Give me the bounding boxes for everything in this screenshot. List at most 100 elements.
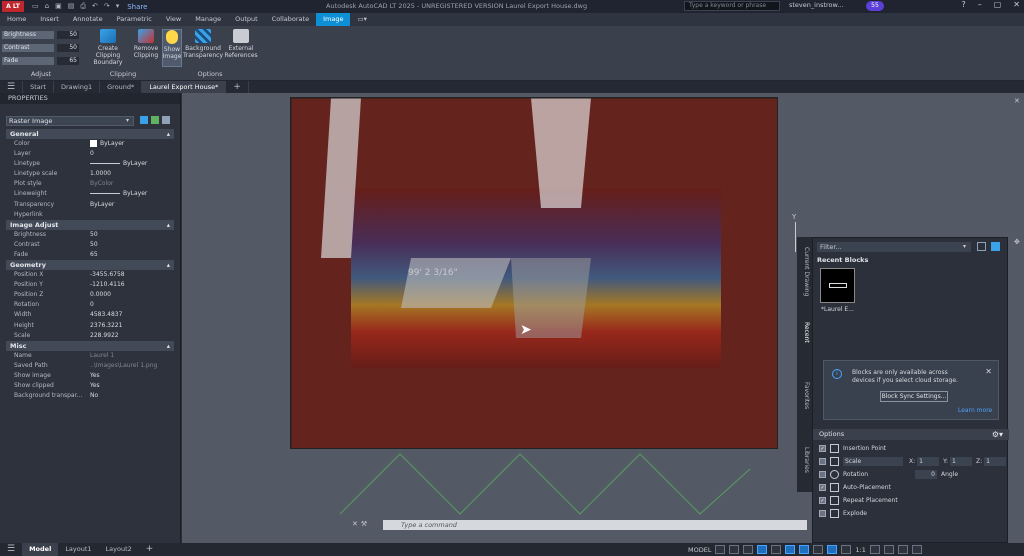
minimize-icon[interactable]: – <box>978 0 982 9</box>
object-type-select[interactable]: Raster Image <box>6 116 134 126</box>
command-input[interactable]: Type a command <box>383 520 807 530</box>
prop-row[interactable]: Position X -3455.6758 <box>6 270 174 280</box>
option-auto-placement[interactable]: ✓ Auto-Placement <box>819 482 891 493</box>
brightness-value[interactable]: 50 <box>57 30 79 39</box>
new-icon[interactable]: ▭ <box>32 2 39 11</box>
select-objects-icon[interactable] <box>151 116 159 124</box>
scale-y-input[interactable]: 1 <box>950 457 973 466</box>
checkbox[interactable] <box>819 458 826 465</box>
tab-manage[interactable]: Manage <box>188 13 228 26</box>
prop-row[interactable]: Height 2376.3221 <box>6 321 174 331</box>
quick-select-icon[interactable] <box>140 116 148 124</box>
user-account[interactable]: steven_instrow... <box>789 1 843 9</box>
help-search-input[interactable]: Type a keyword or phrase <box>684 1 780 11</box>
scale-x-input[interactable]: 1 <box>917 457 940 466</box>
doc-tab-ground[interactable]: Ground* <box>100 81 143 93</box>
tab-model[interactable]: Model <box>22 543 59 556</box>
prop-row[interactable]: Saved Path ..\Images\Laurel 1.png <box>6 361 174 371</box>
osnap-icon[interactable] <box>771 545 782 554</box>
ribbon-toggle-icon[interactable]: ▭▾ <box>350 13 373 26</box>
section-image-adjust[interactable]: Image Adjust ▴ <box>6 219 174 230</box>
toggle-pickadd-icon[interactable] <box>162 116 170 124</box>
prop-row[interactable]: Name Laurel 1 <box>6 351 174 361</box>
app-logo[interactable]: A LT <box>2 1 24 12</box>
grid-icon[interactable] <box>715 545 726 554</box>
prop-row[interactable]: Lineweight ByLayer <box>6 189 174 199</box>
transparency-toggle-icon[interactable] <box>813 545 824 554</box>
annotation-visibility-icon[interactable] <box>841 545 852 554</box>
close-icon[interactable]: ✕ <box>1013 0 1020 9</box>
add-layout-icon[interactable]: + <box>139 543 161 556</box>
redo-icon[interactable]: ↷ <box>104 2 110 11</box>
checkbox[interactable] <box>819 510 826 517</box>
close-icon[interactable]: ✕ <box>352 520 358 530</box>
tab-recent[interactable]: Recent <box>799 322 810 343</box>
prop-row[interactable]: Show clipped Yes <box>6 381 174 391</box>
selection-cycling-icon[interactable] <box>827 545 838 554</box>
raster-image[interactable] <box>290 97 778 449</box>
prop-row[interactable]: Linetype scale 1.0000 <box>6 169 174 179</box>
gear-icon[interactable]: ⚙▾ <box>992 429 1003 440</box>
navbar-close-icon[interactable]: ✕ <box>1014 97 1020 105</box>
otrack-icon[interactable] <box>785 545 796 554</box>
fade-slider[interactable]: Fade 65 <box>2 56 80 65</box>
view-options-icon[interactable] <box>991 242 1000 251</box>
scale-z-input[interactable]: 1 <box>984 457 1007 466</box>
save-icon[interactable]: ▣ <box>55 2 62 11</box>
navbar-pan-icon[interactable]: ✥ <box>1014 238 1020 246</box>
doc-tab-laurel[interactable]: Laurel Export House* <box>142 81 227 93</box>
prop-row[interactable]: Color ByLayer <box>6 139 174 149</box>
prop-row[interactable]: Background transpar... No <box>6 391 174 401</box>
lineweight-icon[interactable] <box>799 545 810 554</box>
chevron-down-icon[interactable]: ▾ <box>126 117 129 124</box>
fade-value[interactable]: 65 <box>57 56 79 65</box>
section-general[interactable]: General ▴ <box>6 129 174 139</box>
section-misc[interactable]: Misc ▴ <box>6 340 174 351</box>
tab-view[interactable]: View <box>159 13 188 26</box>
doc-tab-start[interactable]: Start <box>23 81 54 93</box>
prop-row[interactable]: Transparency ByLayer <box>6 200 174 210</box>
prop-row[interactable]: Show image Yes <box>6 371 174 381</box>
workspace-icon[interactable] <box>869 545 880 554</box>
option-scale[interactable]: Scale X: 1 Y: 1 Z: 1 <box>819 456 1007 467</box>
help-icon[interactable]: ? <box>961 0 965 9</box>
section-geometry[interactable]: Geometry ▴ <box>6 260 174 271</box>
tab-current-drawing[interactable]: Current Drawing <box>799 247 810 296</box>
fullscreen-icon[interactable] <box>897 545 908 554</box>
background-transparency-button[interactable]: Background Transparency <box>183 29 223 59</box>
tab-layout1[interactable]: Layout1 <box>58 543 98 556</box>
external-references-button[interactable]: External References <box>224 29 258 59</box>
tab-collaborate[interactable]: Collaborate <box>265 13 316 26</box>
prop-row[interactable]: Contrast 50 <box>6 240 174 250</box>
checkbox[interactable] <box>819 471 826 478</box>
option-rotation[interactable]: Rotation 0 Angle <box>819 469 958 480</box>
prop-row[interactable]: Linetype ByLayer <box>6 159 174 169</box>
prop-row[interactable]: Width 4583.4837 <box>6 310 174 320</box>
prop-row[interactable]: Brightness 50 <box>6 230 174 240</box>
tab-parametric[interactable]: Parametric <box>110 13 159 26</box>
prop-row[interactable]: Rotation 0 <box>6 300 174 310</box>
polar-icon[interactable] <box>757 545 768 554</box>
block-thumbnail[interactable] <box>820 268 855 303</box>
block-sync-settings-button[interactable]: Block Sync Settings... <box>880 391 948 402</box>
tab-insert[interactable]: Insert <box>33 13 66 26</box>
customize-icon[interactable] <box>911 545 922 554</box>
prop-row[interactable]: Position Z 0.0000 <box>6 290 174 300</box>
undo-icon[interactable]: ↶ <box>92 2 98 11</box>
tab-layout2[interactable]: Layout2 <box>99 543 139 556</box>
app-menu-icon[interactable]: ☰ <box>0 81 24 93</box>
share-button[interactable]: Share <box>127 3 147 11</box>
create-clipping-boundary-button[interactable]: Create Clipping Boundary <box>86 29 130 66</box>
isolate-icon[interactable] <box>883 545 894 554</box>
dropdown-icon[interactable]: ▾ <box>116 2 120 11</box>
brightness-slider[interactable]: Brightness 50 <box>2 30 80 39</box>
model-space-toggle[interactable]: MODEL <box>688 546 711 554</box>
layout-menu-icon[interactable]: ☰ <box>0 543 22 556</box>
learn-more-link[interactable]: Learn more <box>958 407 992 414</box>
ortho-icon[interactable] <box>743 545 754 554</box>
tab-favorites[interactable]: Favorites <box>799 382 810 409</box>
close-icon[interactable]: ✕ <box>985 367 992 376</box>
annotation-scale[interactable]: 1:1 <box>855 546 865 554</box>
tab-image[interactable]: Image <box>316 13 351 26</box>
open-icon[interactable]: ⌂ <box>45 2 49 11</box>
